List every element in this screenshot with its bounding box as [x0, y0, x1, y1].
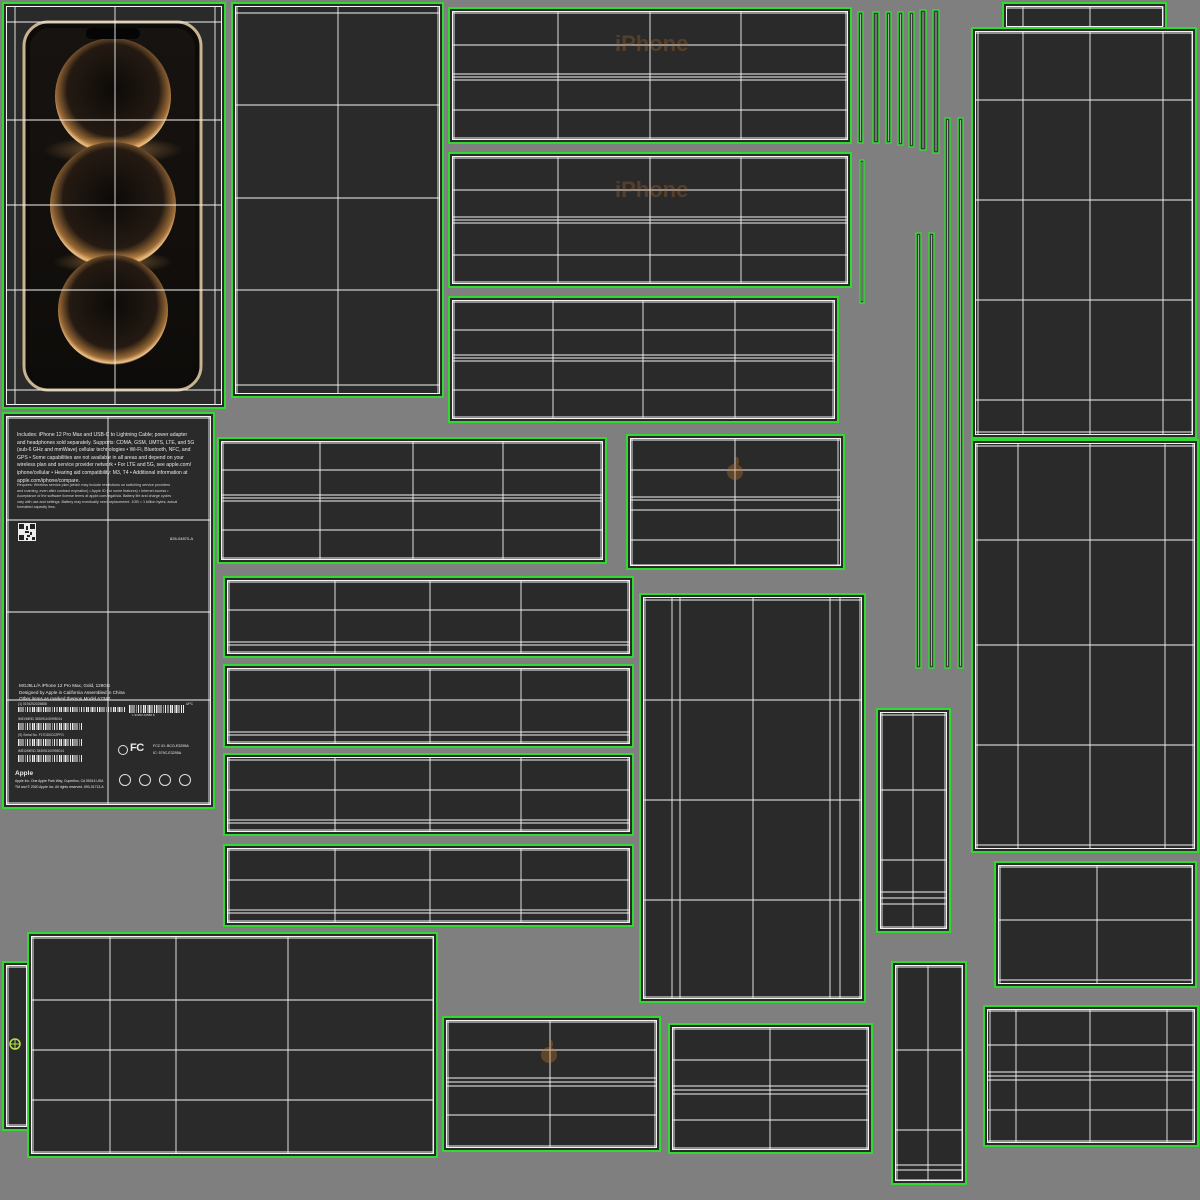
requires-line: and roaming, even after contract expirat…	[17, 488, 169, 493]
barcode	[18, 755, 82, 762]
brand-name: Apple	[15, 770, 34, 777]
uv-island-box-front-center	[639, 593, 866, 1003]
uv-island-bottom-left-tab	[2, 961, 31, 1131]
barcode	[18, 707, 126, 712]
upc-number: 1 94252 02588 8	[132, 713, 155, 717]
uv-island-box-side-tall	[231, 2, 444, 398]
includes-line: (sub-6 GHz and mmWave) cellular technolo…	[17, 447, 191, 454]
uv-island-bottom-left	[27, 932, 438, 1158]
ic-id: IC: 579C-E3295A	[153, 751, 182, 755]
upc-label: UPC	[186, 702, 193, 706]
includes-line: GPS • Some capabilities are not availabl…	[17, 454, 184, 461]
uv-island-bottom-i	[442, 1016, 661, 1152]
requires-line: Requires: Wireless service plan (which m…	[17, 483, 171, 487]
pivot-marker-icon	[9, 1038, 21, 1050]
weee-bin-icon	[119, 774, 131, 786]
uv-island-side-e	[626, 434, 845, 570]
uv-texture-atlas: iPhone iPhone Includes: iPhone 12 Pro Ma…	[0, 0, 1200, 1200]
product-line: MGJ5LL/A iPhone 12 Pro Max, Gold, 128GB	[19, 683, 110, 688]
barcode-label: (1) 0194252025888	[18, 702, 47, 706]
recycle-icon	[159, 774, 171, 786]
requires-line: Acceptance of the software license terms…	[17, 494, 172, 499]
uv-island-bottom-k	[891, 961, 967, 1185]
barcode-label: IMEI/MEID 353091100995014	[18, 717, 63, 721]
phone-front-render	[22, 20, 203, 392]
uv-island-right-top-tab	[1002, 2, 1167, 31]
upc-barcode	[129, 705, 184, 713]
barcode-label: (S) Serial No. F17DD0C02PFG	[18, 733, 64, 737]
fcc-logo: FC	[130, 742, 144, 754]
uv-island-side-d	[217, 437, 607, 564]
includes-line: wireless plan and service provider netwo…	[17, 462, 192, 469]
phone-notch	[86, 28, 140, 39]
address: Apple Inc. One Apple Park Way, Cupertino…	[15, 779, 104, 783]
battery-recycle-icon	[179, 774, 191, 786]
barcode	[18, 739, 82, 746]
includes-line: and headphones sold separately. Supports…	[17, 439, 195, 446]
uv-island-right-top	[971, 27, 1197, 439]
uv-layout	[2, 2, 1199, 1185]
copyright: TM and © 2020 Apple Inc. All rights rese…	[15, 785, 104, 789]
uv-island-strip-f4	[223, 844, 634, 927]
includes-line: iphone/cellular • Hearing aid compatibil…	[17, 470, 188, 476]
product-line: Designed by Apple in California Assemble…	[19, 689, 125, 695]
requires-line: vary with use and settings. Battery may …	[17, 499, 178, 504]
iphone-watermark: iPhone	[615, 31, 689, 56]
uv-island-right-h	[994, 861, 1197, 988]
iphone-watermark: iPhone	[615, 177, 689, 202]
uv-island-bottom-j	[668, 1023, 873, 1154]
gold-wallpaper	[43, 38, 183, 365]
includes-line: Includes: iPhone 12 Pro Max and USB-C to…	[17, 432, 188, 438]
ce-mark-icon	[139, 774, 151, 786]
barcode	[18, 723, 82, 730]
qr-code	[18, 523, 36, 541]
requires-line: formatted capacity less.	[17, 505, 56, 510]
fcc-id: FCC ID: BCG-E3295A	[153, 744, 189, 748]
part-number: 826-04870-A	[170, 536, 194, 541]
circle-mark-icon	[118, 745, 128, 755]
uv-island-right-mid	[971, 439, 1199, 853]
barcode-label: IMEI2/MEID 353091100995014	[18, 749, 64, 753]
uv-island-narrow-g	[876, 708, 951, 933]
uv-island-box-lid-c	[448, 296, 839, 423]
wallpaper-ring-bottom	[58, 255, 168, 365]
